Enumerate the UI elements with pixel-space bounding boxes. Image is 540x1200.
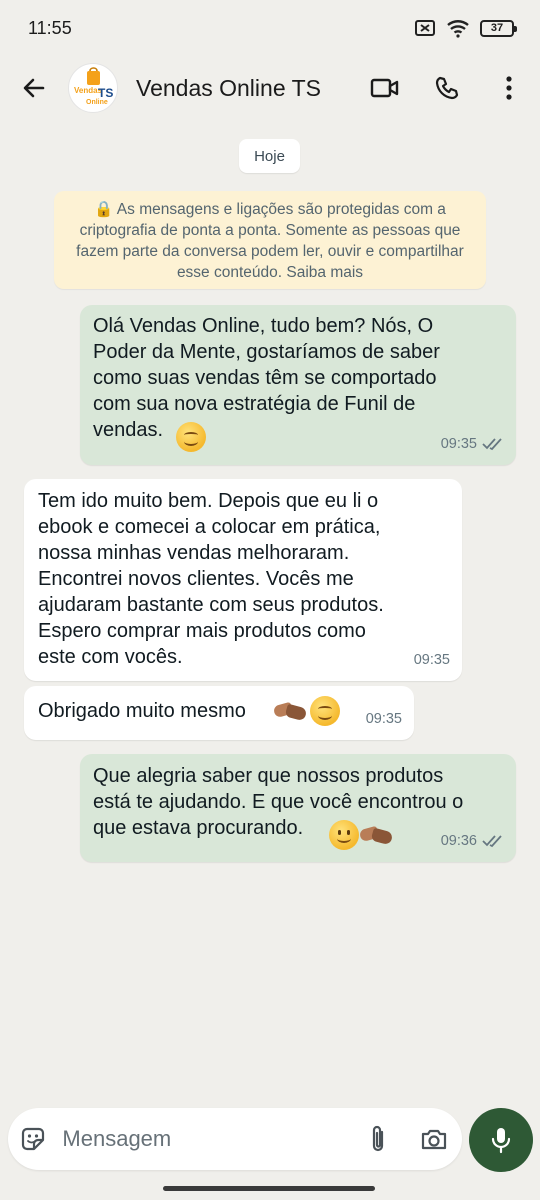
attach-icon: [373, 1125, 384, 1152]
attach-button[interactable]: [350, 1108, 406, 1170]
chat-header: Vendas TS Online Vendas Online TS: [0, 56, 540, 120]
double-check-icon: [482, 438, 502, 451]
more-vert-icon: [506, 76, 512, 100]
camera-button[interactable]: [406, 1108, 462, 1170]
date-chip: Hoje: [239, 139, 300, 173]
message-time: 09:36: [440, 833, 477, 849]
message-incoming[interactable]: Tem ido muito bem. Depois que eu li o eb…: [24, 479, 462, 681]
double-check-icon: [482, 835, 502, 848]
svg-text:TS: TS: [98, 86, 113, 100]
message-outgoing[interactable]: Que alegria saber que nossos produtos es…: [80, 754, 516, 862]
smiling-face-emoji: [310, 696, 340, 726]
status-bar: 11:55 37: [0, 0, 540, 56]
video-call-icon: [370, 78, 399, 98]
phone-icon: [435, 76, 459, 100]
message-time: 09:35: [365, 711, 402, 727]
slightly-smiling-face-emoji: [329, 820, 359, 850]
vendas-online-logo: Vendas TS Online: [74, 67, 113, 106]
more-options-button[interactable]: [478, 56, 540, 120]
smiling-face-emoji: [176, 422, 206, 452]
message-text: Obrigado muito mesmo: [38, 700, 246, 722]
message-incoming[interactable]: Obrigado muito mesmo 09:35: [24, 686, 414, 740]
status-icons: 37: [414, 18, 517, 38]
handshake-emoji: [360, 822, 392, 848]
message-time: 09:35: [440, 436, 477, 452]
sticker-button[interactable]: [8, 1108, 58, 1170]
encryption-notice-text: 🔒 As mensagens e ligações são protegidas…: [76, 201, 464, 281]
home-indicator[interactable]: [163, 1186, 375, 1191]
back-arrow-icon: [23, 78, 45, 98]
message-text: Tem ido muito bem. Depois que eu li o eb…: [38, 490, 384, 668]
message-input[interactable]: [58, 1126, 351, 1152]
wifi-icon: [447, 20, 469, 38]
svg-text:Online: Online: [86, 99, 108, 106]
battery-level: 37: [490, 22, 504, 34]
message-meta: 09:35: [441, 431, 504, 457]
no-sim-icon: [415, 20, 435, 36]
avatar[interactable]: Vendas TS Online: [68, 63, 118, 113]
message-time: 09:35: [413, 652, 450, 668]
date-label: Hoje: [254, 147, 285, 165]
video-call-button[interactable]: [354, 56, 416, 120]
message-outgoing[interactable]: Olá Vendas Online, tudo bem? Nós, O Pode…: [80, 305, 516, 465]
message-meta: 09:35: [414, 647, 450, 673]
message-composer: [8, 1108, 462, 1170]
voice-call-button[interactable]: [416, 56, 478, 120]
message-text: Olá Vendas Online, tudo bem? Nós, O Pode…: [93, 315, 440, 441]
camera-icon: [421, 1129, 447, 1150]
sticker-icon: [22, 1127, 45, 1151]
message-meta: 09:35: [366, 706, 402, 732]
voice-message-button[interactable]: [469, 1108, 533, 1172]
mic-icon: [491, 1128, 511, 1154]
contact-name[interactable]: Vendas Online TS: [136, 75, 354, 102]
message-meta: 09:36: [441, 828, 504, 854]
encryption-notice[interactable]: 🔒 As mensagens e ligações são protegidas…: [54, 191, 486, 289]
battery-icon: 37: [480, 19, 517, 37]
status-time: 11:55: [28, 17, 72, 38]
handshake-emoji: [274, 698, 306, 724]
back-button[interactable]: [0, 56, 68, 120]
